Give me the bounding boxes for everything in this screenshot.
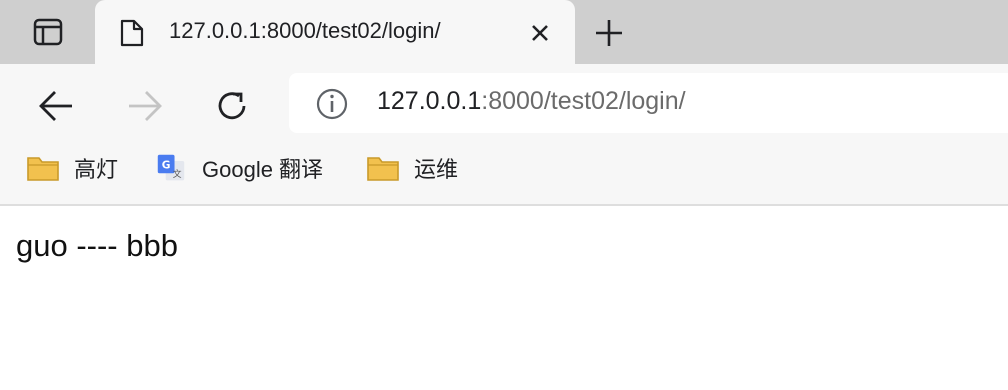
google-translate-icon: G 文 <box>157 154 185 181</box>
site-info-icon[interactable] <box>315 87 349 121</box>
tab-actions-icon <box>33 18 62 46</box>
close-tab-icon[interactable] <box>527 20 553 46</box>
bookmark-label: 运维 <box>414 157 459 182</box>
bookmark-item[interactable]: 高灯 <box>26 150 118 186</box>
back-arrow-icon <box>39 91 72 121</box>
forward-button[interactable] <box>121 82 169 130</box>
browser-toolbar: 127.0.0.1:8000/test02/login/ 高灯 G 文 Goog… <box>0 64 1008 206</box>
folder-icon <box>27 157 59 181</box>
url-path: :8000/test02/login/ <box>481 87 686 115</box>
bookmark-item[interactable]: G 文 Google 翻译 <box>154 150 323 186</box>
url-host: 127.0.0.1 <box>377 87 482 115</box>
bookmark-item[interactable]: 运维 <box>366 150 458 186</box>
page-text: guo ---- bbb <box>16 228 178 263</box>
svg-text:文: 文 <box>173 168 182 180</box>
active-tab[interactable]: 127.0.0.1:8000/test02/login/ <box>95 0 575 64</box>
url-text: 127.0.0.1:8000/test02/login/ <box>377 87 686 116</box>
reload-icon <box>218 92 246 120</box>
tab-strip: 127.0.0.1:8000/test02/login/ <box>0 0 1008 64</box>
folder-icon <box>367 157 399 181</box>
page-content: guo ---- bbb <box>0 206 1008 390</box>
bookmark-label: Google 翻译 <box>202 157 324 182</box>
back-button[interactable] <box>32 82 80 130</box>
reload-button[interactable] <box>208 82 256 130</box>
new-tab-icon[interactable] <box>590 14 628 52</box>
tab-title: 127.0.0.1:8000/test02/login/ <box>169 18 441 43</box>
forward-arrow-icon <box>129 91 162 121</box>
svg-text:G: G <box>162 159 171 171</box>
page-icon <box>120 19 144 47</box>
bookmark-label: 高灯 <box>74 157 119 182</box>
tab-actions-button[interactable] <box>0 0 95 64</box>
address-bar[interactable]: 127.0.0.1:8000/test02/login/ <box>289 73 1008 133</box>
